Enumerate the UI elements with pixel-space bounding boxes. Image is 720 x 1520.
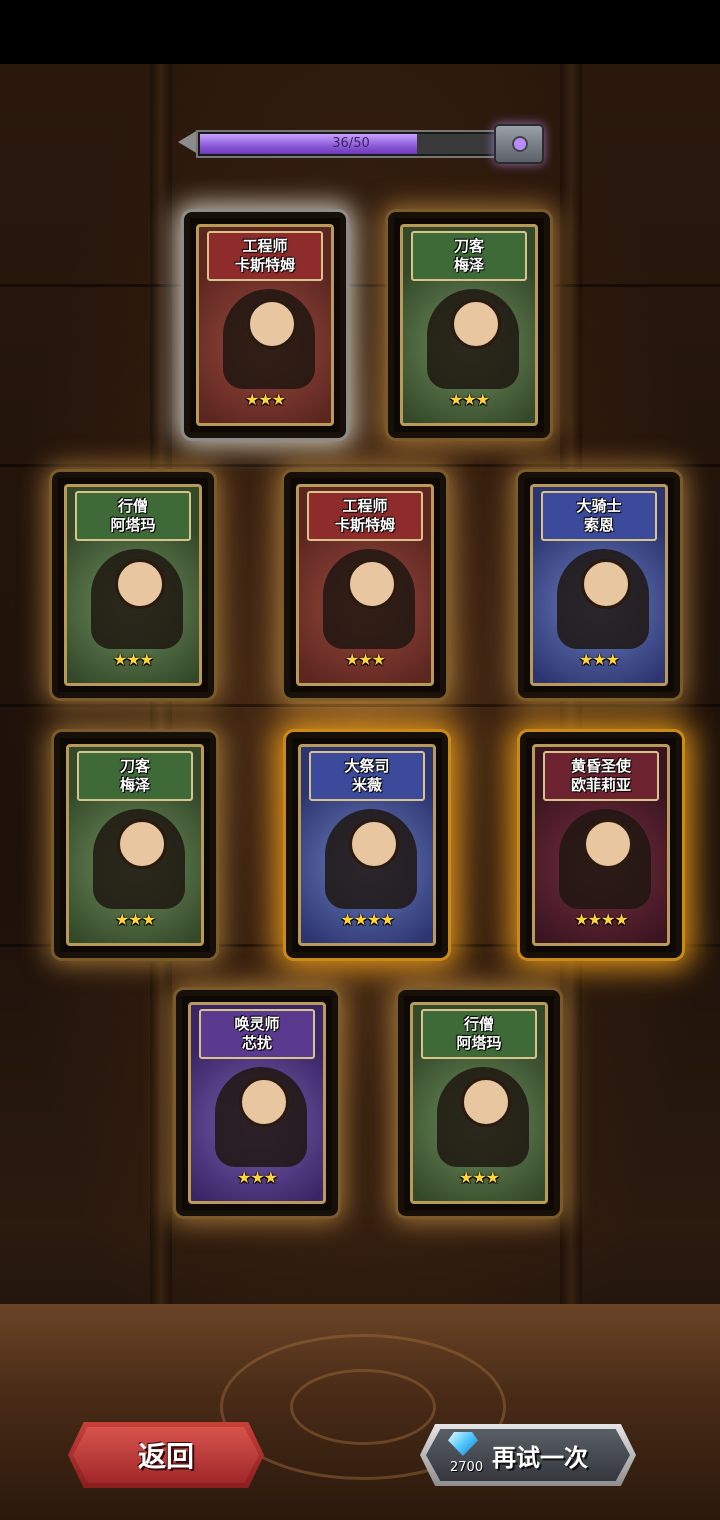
hero-name-banner: 行僧 阿塔玛 <box>421 1009 537 1059</box>
hero-card[interactable]: 大祭司 米薇 ★★★★ <box>286 732 448 958</box>
status-bar-area <box>0 0 720 64</box>
hero-card[interactable]: 黄昏圣使 欧菲莉亚 ★★★★ <box>520 732 682 958</box>
hero-title: 刀客 <box>453 237 484 255</box>
retry-button-label: 再试一次 <box>492 1444 588 1472</box>
hero-title: 行僧 <box>463 1015 494 1033</box>
star-rating: ★★★★ <box>574 910 628 929</box>
hero-name: 米薇 <box>351 776 382 794</box>
hero-name: 卡斯特姆 <box>334 516 395 534</box>
hero-title: 工程师 <box>242 237 288 255</box>
star-rating: ★★★ <box>578 650 620 669</box>
hero-name-banner: 工程师 卡斯特姆 <box>207 231 323 281</box>
hero-name: 梅泽 <box>119 776 150 794</box>
star-rating: ★★★ <box>344 650 386 669</box>
hero-title: 大骑士 <box>576 497 622 515</box>
hero-name: 卡斯特姆 <box>234 256 295 274</box>
hero-title: 大祭司 <box>344 757 390 775</box>
hero-name-banner: 唤灵师 芯扰 <box>199 1009 315 1059</box>
hero-name-banner: 工程师 卡斯特姆 <box>307 491 423 541</box>
hero-name: 索恩 <box>583 516 614 534</box>
star-rating: ★★★ <box>448 390 490 409</box>
hero-card[interactable]: 刀客 梅泽 ★★★ <box>388 212 550 438</box>
hero-name-banner: 大祭司 米薇 <box>309 751 425 801</box>
hero-card[interactable]: 刀客 梅泽 ★★★ <box>54 732 216 958</box>
star-rating: ★★★★ <box>340 910 394 929</box>
hero-name-banner: 刀客 梅泽 <box>77 751 193 801</box>
retry-cost: 2700 <box>450 1460 484 1475</box>
hero-title: 黄昏圣使 <box>570 757 631 775</box>
hero-card[interactable]: 工程师 卡斯特姆 ★★★ <box>184 212 346 438</box>
hero-name: 阿塔玛 <box>110 516 156 534</box>
hero-card[interactable]: 行僧 阿塔玛 ★★★ <box>52 472 214 698</box>
hero-name-banner: 行僧 阿塔玛 <box>75 491 191 541</box>
hero-name-banner: 大骑士 索恩 <box>541 491 657 541</box>
hero-name-banner: 刀客 梅泽 <box>411 231 527 281</box>
hero-name: 梅泽 <box>453 256 484 274</box>
reward-chest-icon[interactable] <box>494 124 544 164</box>
hero-card[interactable]: 大骑士 索恩 ★★★ <box>518 472 680 698</box>
arrow-left-icon <box>178 130 198 154</box>
progress-label: 36/50 <box>332 136 370 151</box>
summon-progress-bar: 36/50 <box>178 124 544 164</box>
hero-title: 行僧 <box>117 497 148 515</box>
star-rating: ★★★ <box>244 390 286 409</box>
star-rating: ★★★ <box>114 910 156 929</box>
hero-title: 唤灵师 <box>234 1015 280 1033</box>
hero-card[interactable]: 唤灵师 芯扰 ★★★ <box>176 990 338 1216</box>
back-button-label: 返回 <box>137 1440 194 1473</box>
back-button[interactable]: 返回 <box>68 1422 264 1488</box>
hero-title: 刀客 <box>119 757 150 775</box>
star-rating: ★★★ <box>236 1168 278 1187</box>
progress-track: 36/50 <box>198 132 504 156</box>
hero-name-banner: 黄昏圣使 欧菲莉亚 <box>543 751 659 801</box>
star-rating: ★★★ <box>112 650 154 669</box>
hero-card[interactable]: 行僧 阿塔玛 ★★★ <box>398 990 560 1216</box>
hero-card[interactable]: 工程师 卡斯特姆 ★★★ <box>284 472 446 698</box>
hero-title: 工程师 <box>342 497 388 515</box>
hero-name: 芯扰 <box>241 1034 272 1052</box>
hero-name: 欧菲莉亚 <box>570 776 631 794</box>
star-rating: ★★★ <box>458 1168 500 1187</box>
retry-button[interactable]: 2700 再试一次 <box>420 1424 636 1486</box>
hero-name: 阿塔玛 <box>456 1034 502 1052</box>
